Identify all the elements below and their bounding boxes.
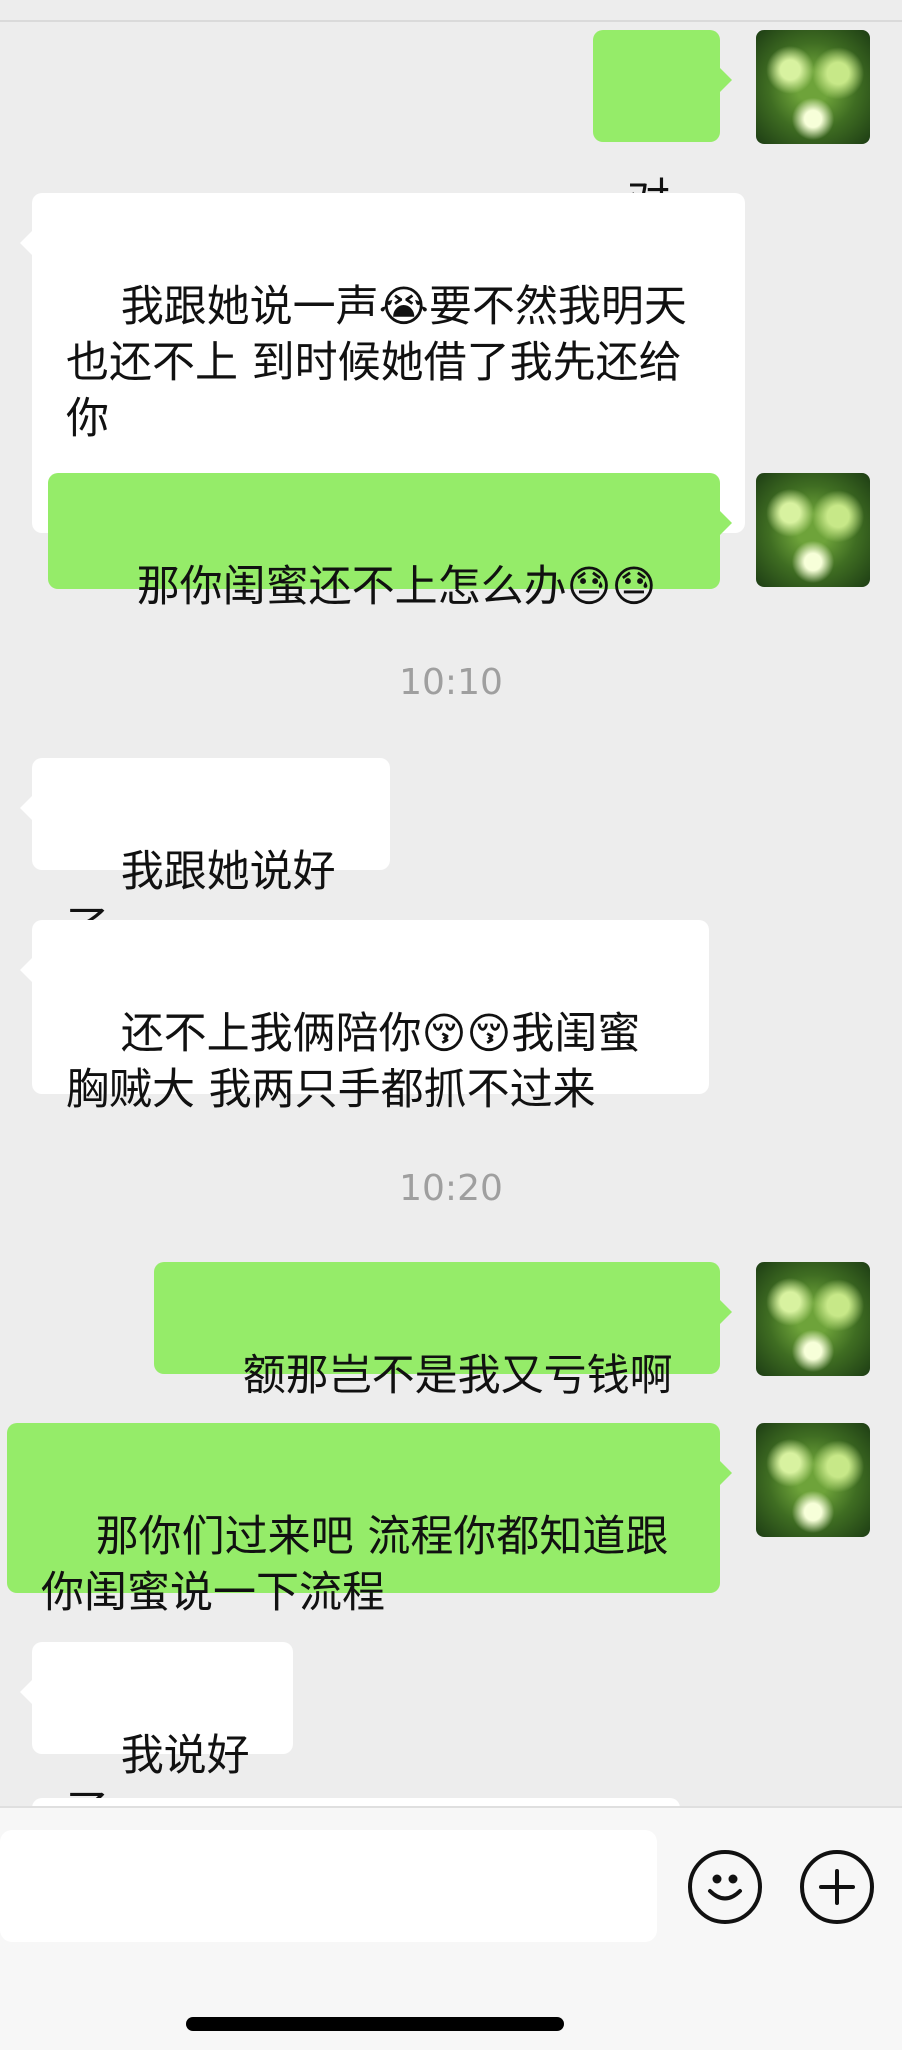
message-text: 那你们过来吧 流程你都知道跟你闺蜜说一下流程: [41, 1512, 669, 1618]
sent-message-bubble[interactable]: 对: [593, 30, 732, 225]
user-avatar[interactable]: [756, 30, 870, 144]
home-indicator: [186, 2017, 564, 2031]
message-text: 额那岂不是我又亏钱啊: [242, 1351, 673, 1401]
sent-message-bubble[interactable]: 那你闺蜜还不上怎么办😓😓: [48, 473, 732, 612]
message-row: 我跟她说好了: [0, 758, 902, 953]
emoji-icon[interactable]: [688, 1850, 762, 1924]
user-avatar[interactable]: [756, 473, 870, 587]
received-message-bubble[interactable]: 还不上我俩陪你😚😚我闺蜜胸贼大 我两只手都抓不过来: [20, 920, 709, 1115]
message-row: 那你们过来吧 流程你都知道跟你闺蜜说一下流程: [0, 1423, 902, 1618]
message-row: 还不上我俩陪你😚😚我闺蜜胸贼大 我两只手都抓不过来: [0, 920, 902, 1115]
message-row: 那你闺蜜还不上怎么办😓😓: [0, 473, 902, 612]
message-row: 我说好了: [0, 1642, 902, 1837]
timestamp: 10:20: [399, 1168, 503, 1209]
message-row: 对: [0, 30, 902, 225]
plus-icon[interactable]: [800, 1850, 874, 1924]
message-text: 那你闺蜜还不上怎么办😓😓: [136, 562, 657, 612]
user-avatar[interactable]: [756, 1423, 870, 1537]
user-avatar[interactable]: [756, 1262, 870, 1376]
message-text: 还不上我俩陪你😚😚我闺蜜胸贼大 我两只手都抓不过来: [66, 1009, 641, 1115]
message-row: 额那岂不是我又亏钱啊: [0, 1262, 902, 1401]
message-text: 我跟她说一声😭要不然我明天也还不上 到时候她借了我先还给你: [66, 282, 687, 444]
timestamp: 10:10: [399, 662, 503, 703]
sent-message-bubble[interactable]: 额那岂不是我又亏钱啊: [154, 1262, 732, 1401]
composer-bar: [0, 1806, 902, 2050]
top-divider: [0, 20, 902, 22]
received-message-bubble[interactable]: 我说好了: [20, 1642, 293, 1837]
message-input[interactable]: [0, 1830, 657, 1942]
message-row: 我跟她说一声😭要不然我明天也还不上 到时候她借了我先还给你: [0, 193, 902, 533]
received-message-bubble[interactable]: 我跟她说好了: [20, 758, 390, 953]
sent-message-bubble[interactable]: 那你们过来吧 流程你都知道跟你闺蜜说一下流程: [7, 1423, 732, 1618]
